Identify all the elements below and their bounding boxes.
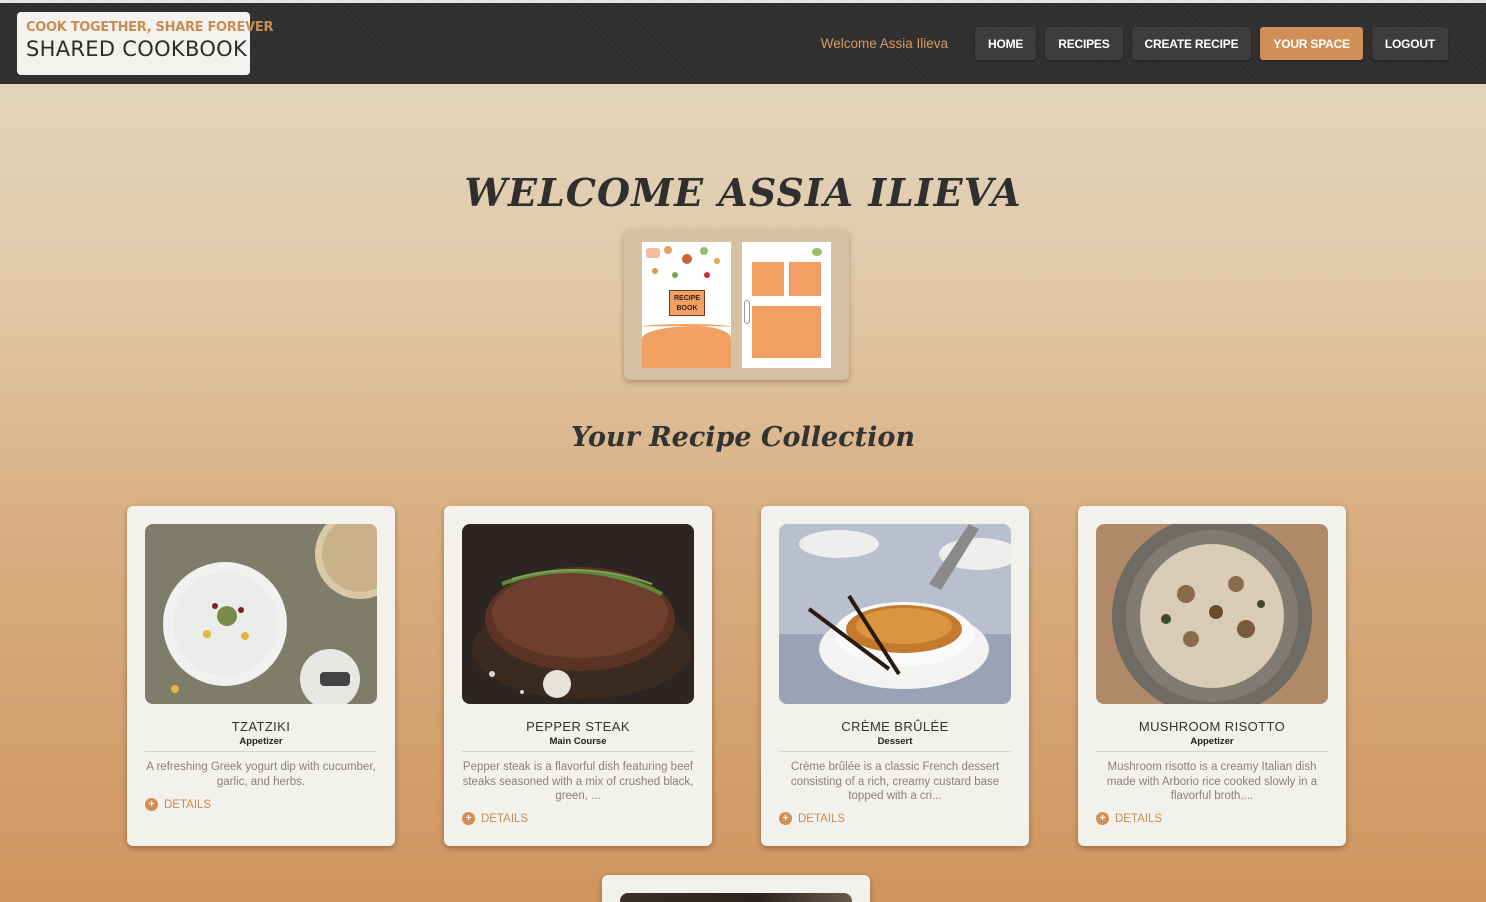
recipe-details-link[interactable]: + DETAILS (1096, 812, 1162, 825)
card-divider (145, 751, 377, 752)
recipe-name: MUSHROOM RISOTTO (1138, 719, 1286, 734)
card-divider (1096, 751, 1328, 752)
recipe-description: Mushroom risotto is a creamy Italian dis… (1106, 761, 1318, 802)
site-logo[interactable]: COOK TOGETHER, SHARE FOREVER SHARED COOK… (17, 12, 274, 75)
recipe-category: Appetizer (239, 736, 283, 747)
details-label: DETAILS (481, 812, 529, 825)
nav-home-button[interactable]: HOME (975, 27, 1037, 60)
recipe-photo (620, 893, 852, 902)
recipe-photo (1096, 524, 1328, 704)
recipe-name: CRÈME BRÛLÉE (841, 719, 949, 734)
logo-tagline: COOK TOGETHER, SHARE FOREVER (26, 20, 274, 35)
card-divider (779, 751, 1011, 752)
card-divider (462, 751, 694, 752)
recipe-category: Dessert (877, 736, 913, 747)
recipe-photo (145, 524, 377, 704)
plus-circle-icon: + (462, 812, 475, 825)
logo-name: SHARED COOKBOOK (26, 37, 248, 61)
recipe-card: MUSHROOM RISOTTO Appetizer Mushroom riso… (1078, 506, 1346, 846)
recipe-category: Main Course (549, 736, 607, 747)
plus-circle-icon: + (1096, 812, 1109, 825)
recipe-category: Appetizer (1190, 736, 1234, 747)
recipe-details-link[interactable]: + DETAILS (145, 798, 211, 811)
recipe-name: TZATZIKI (231, 719, 291, 734)
details-label: DETAILS (164, 798, 212, 811)
details-label: DETAILS (798, 812, 846, 825)
recipe-photo (462, 524, 694, 704)
nav-create-recipe-button[interactable]: CREATE RECIPE (1131, 27, 1252, 60)
main-nav: Welcome Assia Ilieva HOME RECIPES CREATE… (821, 27, 1448, 60)
recipe-details-link[interactable]: + DETAILS (779, 812, 845, 825)
recipe-description: Crème brûlée is a classic French dessert… (790, 761, 1000, 802)
recipe-name: PEPPER STEAK (526, 719, 630, 734)
recipe-card: TZATZIKI Appetizer A refreshing Greek yo… (127, 506, 395, 846)
book-cover-label: RECIPE BOOK (669, 290, 705, 316)
nav-logout-button[interactable]: LOGOUT (1371, 27, 1448, 60)
plus-circle-icon: + (145, 798, 158, 811)
recipe-description: A refreshing Greek yogurt dip with cucum… (146, 761, 376, 788)
page-title: WELCOME ASSIA ILIEVA (464, 170, 1022, 215)
recipe-description: Pepper steak is a flavorful dish featuri… (462, 761, 694, 802)
nav-your-space-button[interactable]: YOUR SPACE (1260, 27, 1363, 60)
recipe-card: PEPPER STEAK Main Course Pepper steak is… (444, 506, 712, 846)
welcome-user-text: Welcome Assia Ilieva (820, 36, 949, 51)
book-recipe-page (742, 242, 831, 368)
collection-title: Your Recipe Collection (571, 422, 915, 453)
recipe-photo (779, 524, 1011, 704)
details-label: DETAILS (1115, 812, 1163, 825)
recipe-book-image: RECIPE BOOK (624, 230, 849, 380)
recipe-card: CRÈME BRÛLÉE Dessert Crème brûlée is a c… (761, 506, 1029, 846)
plus-circle-icon: + (779, 812, 792, 825)
book-cover-page: RECIPE BOOK (642, 242, 731, 368)
recipe-details-link[interactable]: + DETAILS (462, 812, 528, 825)
recipe-card (602, 875, 870, 902)
nav-recipes-button[interactable]: RECIPES (1045, 27, 1123, 60)
top-navbar: COOK TOGETHER, SHARE FOREVER SHARED COOK… (0, 0, 1486, 84)
